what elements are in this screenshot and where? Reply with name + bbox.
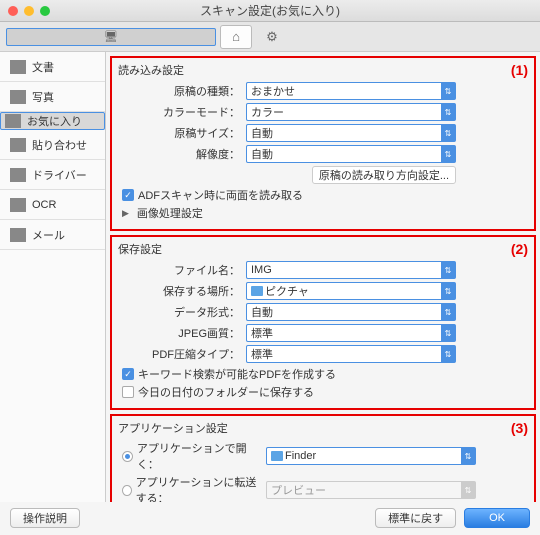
mail-icon xyxy=(10,228,26,242)
date-folder-checkbox[interactable] xyxy=(122,386,134,398)
orig-type-select[interactable]: おまかせ⇅ xyxy=(246,82,456,100)
filename-select[interactable]: IMG⇅ xyxy=(246,261,456,279)
section-title: 保存設定 xyxy=(116,239,530,261)
favorite-icon xyxy=(5,114,21,128)
defaults-button[interactable]: 標準に戻す xyxy=(375,508,456,528)
chevron-updown-icon: ⇅ xyxy=(441,104,455,120)
section-title: 読み込み設定 xyxy=(116,60,530,82)
sidebar-item-photo[interactable]: 写真 xyxy=(0,82,105,112)
open-app-label: アプリケーションで開く： xyxy=(137,440,266,472)
color-mode-label: カラーモード： xyxy=(116,104,246,120)
chevron-updown-icon: ⇅ xyxy=(441,146,455,162)
color-mode-select[interactable]: カラー⇅ xyxy=(246,103,456,121)
scan-from-computer-icon[interactable]: 🖥 xyxy=(6,28,216,46)
sidebar-item-mail[interactable]: メール xyxy=(0,220,105,250)
app-settings-section: (3) アプリケーション設定 アプリケーションで開く：Finder⇅ アプリケー… xyxy=(110,414,536,502)
sidebar-item-label: お気に入り xyxy=(27,113,82,129)
adf-duplex-label: ADFスキャン時に両面を読み取る xyxy=(138,187,303,203)
keyword-pdf-checkbox[interactable]: ✓ xyxy=(122,368,134,380)
stitch-icon xyxy=(10,138,26,152)
chevron-updown-icon: ⇅ xyxy=(441,125,455,141)
jpeg-select[interactable]: 標準⇅ xyxy=(246,324,456,342)
chevron-updown-icon: ⇅ xyxy=(441,283,455,299)
close-icon[interactable] xyxy=(8,6,18,16)
sidebar-item-label: 貼り合わせ xyxy=(32,137,87,153)
section-title: アプリケーション設定 xyxy=(116,418,530,440)
finder-icon xyxy=(271,451,283,461)
chevron-updown-icon: ⇅ xyxy=(441,262,455,278)
format-select[interactable]: 自動⇅ xyxy=(246,303,456,321)
filename-label: ファイル名： xyxy=(116,262,246,278)
sidebar-item-label: 写真 xyxy=(32,89,54,105)
save-settings-section: (2) 保存設定 ファイル名：IMG⇅ 保存する場所：ピクチャ⇅ データ形式：自… xyxy=(110,235,536,410)
send-app-radio[interactable] xyxy=(122,485,132,496)
keyword-pdf-label: キーワード検索が可能なPDFを作成する xyxy=(138,366,336,382)
sidebar-item-favorite[interactable]: お気に入り xyxy=(0,112,105,130)
sidebar-item-stitch[interactable]: 貼り合わせ xyxy=(0,130,105,160)
sidebar-item-label: 文書 xyxy=(32,59,54,75)
date-folder-label: 今日の日付のフォルダーに保存する xyxy=(138,384,314,400)
location-select[interactable]: ピクチャ⇅ xyxy=(246,282,456,300)
driver-icon xyxy=(10,168,26,182)
send-app-label: アプリケーションに転送する： xyxy=(136,474,266,502)
chevron-updown-icon: ⇅ xyxy=(441,325,455,341)
photo-icon xyxy=(10,90,26,104)
chevron-updown-icon: ⇅ xyxy=(461,448,475,464)
chevron-updown-icon: ⇅ xyxy=(441,83,455,99)
pdf-select[interactable]: 標準⇅ xyxy=(246,345,456,363)
ok-button[interactable]: OK xyxy=(464,508,530,528)
open-app-radio[interactable] xyxy=(122,451,133,462)
sidebar-item-label: メール xyxy=(32,227,65,243)
section-number: (3) xyxy=(511,420,528,436)
image-processing-label[interactable]: 画像処理設定 xyxy=(137,205,203,221)
sidebar-item-driver[interactable]: ドライバー xyxy=(0,160,105,190)
location-label: 保存する場所： xyxy=(116,283,246,299)
section-number: (1) xyxy=(511,62,528,78)
sidebar-item-label: OCR xyxy=(32,199,56,211)
orig-size-select[interactable]: 自動⇅ xyxy=(246,124,456,142)
minimize-icon[interactable] xyxy=(24,6,34,16)
format-label: データ形式： xyxy=(116,304,246,320)
window-title: スキャン設定(お気に入り) xyxy=(0,2,540,19)
pdf-label: PDF圧縮タイプ： xyxy=(116,346,246,362)
sidebar-item-label: ドライバー xyxy=(32,167,87,183)
orig-type-label: 原稿の種類： xyxy=(116,83,246,99)
chevron-updown-icon: ⇅ xyxy=(461,482,475,498)
folder-icon xyxy=(251,286,263,296)
resolution-label: 解像度： xyxy=(116,146,246,162)
chevron-updown-icon: ⇅ xyxy=(441,304,455,320)
jpeg-label: JPEG画質： xyxy=(116,325,246,341)
send-app-select[interactable]: プレビュー⇅ xyxy=(266,481,476,499)
chevron-updown-icon: ⇅ xyxy=(441,346,455,362)
settings-icon[interactable]: ⚙ xyxy=(256,25,288,49)
sidebar-item-document[interactable]: 文書 xyxy=(0,52,105,82)
read-settings-section: (1) 読み込み設定 原稿の種類：おまかせ⇅ カラーモード：カラー⇅ 原稿サイズ… xyxy=(110,56,536,231)
orig-size-label: 原稿サイズ： xyxy=(116,125,246,141)
scan-from-panel-icon[interactable]: ⌂ xyxy=(220,25,252,49)
ocr-icon xyxy=(10,198,26,212)
section-number: (2) xyxy=(511,241,528,257)
sidebar: 文書 写真 お気に入り 貼り合わせ ドライバー OCR メール xyxy=(0,52,106,502)
document-icon xyxy=(10,60,26,74)
open-app-select[interactable]: Finder⇅ xyxy=(266,447,476,465)
resolution-select[interactable]: 自動⇅ xyxy=(246,145,456,163)
instructions-button[interactable]: 操作説明 xyxy=(10,508,80,528)
adf-duplex-checkbox[interactable]: ✓ xyxy=(122,189,134,201)
zoom-icon[interactable] xyxy=(40,6,50,16)
sidebar-item-ocr[interactable]: OCR xyxy=(0,190,105,220)
disclosure-triangle-icon[interactable]: ▶ xyxy=(122,208,133,219)
orientation-button[interactable]: 原稿の読み取り方向設定... xyxy=(312,166,456,184)
